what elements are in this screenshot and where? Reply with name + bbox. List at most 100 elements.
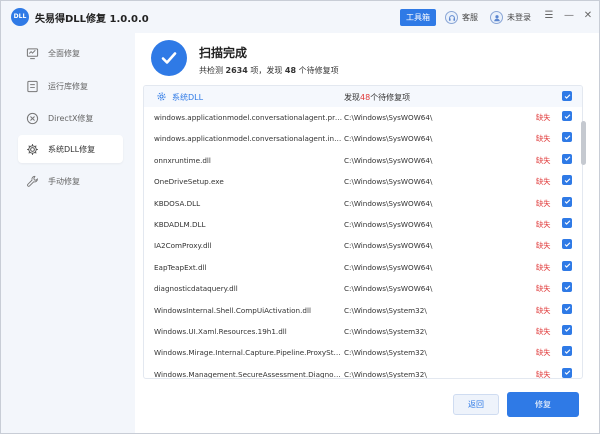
repair-button[interactable]: 修复 [507, 392, 579, 417]
row-checkbox[interactable] [562, 260, 572, 271]
dll-name: OneDriveSetup.exe [154, 177, 224, 187]
found-count: 48 [284, 66, 297, 75]
headset-icon [445, 11, 458, 24]
monitor-icon [26, 47, 39, 60]
dll-path: C:\Windows\SysWOW64\ [344, 113, 433, 122]
dll-name: Windows.UI.Xaml.Resources.19h1.dll [154, 326, 287, 336]
table-row[interactable]: onnxruntime.dll C:\Windows\SysWOW64\ 缺失 [144, 150, 582, 171]
login-label: 未登录 [507, 13, 531, 22]
table-row[interactable]: Windows.UI.Xaml.Resources.19h1.dll C:\Win… [144, 321, 582, 342]
dll-path: C:\Windows\SysWOW64\ [344, 241, 433, 251]
table-row[interactable]: diagnosticdataquery.dll C:\Windows\SysWOW… [144, 278, 582, 299]
wrench-icon [26, 175, 39, 188]
close-icon[interactable]: ✕ [581, 9, 595, 23]
table-row[interactable]: WindowsInternal.Shell.CompUiActivation.d… [144, 300, 582, 321]
status-badge: 缺失 [536, 155, 551, 165]
list-header: 系统DLL 发现48个待修复项 [144, 86, 582, 107]
dll-name: KBDADLM.DLL [154, 219, 206, 229]
table-row[interactable]: EapTeapExt.dll C:\Windows\SysWOW64\ 缺失 [144, 257, 582, 278]
row-checkbox[interactable] [562, 196, 572, 207]
row-checkbox[interactable] [562, 132, 572, 143]
toolbox-button[interactable]: 工具箱 [400, 9, 436, 26]
customer-service-label: 客服 [462, 13, 478, 22]
status-badge: 缺失 [536, 369, 551, 379]
minimize-icon[interactable]: — [562, 9, 576, 23]
dll-path: C:\Windows\System32\ [344, 326, 427, 336]
row-checkbox[interactable] [562, 282, 572, 293]
main-panel: 扫描完成 共检测 2634 项，发现 48 个待修复项 系统DLL 发现48个待… [135, 33, 599, 433]
row-checkbox[interactable] [562, 239, 572, 250]
dll-rows: windows.applicationmodel.conversationala… [144, 107, 582, 379]
row-checkbox[interactable] [562, 367, 572, 378]
sidebar-item-directx-repair[interactable]: DirectX修复 [18, 104, 123, 132]
library-icon [26, 80, 39, 93]
app-title: 失易得DLL修复 1.0.0.0 [35, 14, 149, 25]
status-badge: 缺失 [536, 326, 551, 336]
sidebar-item-label: 系统DLL修复 [48, 144, 96, 154]
scan-title: 扫描完成 [199, 46, 248, 60]
status-badge: 缺失 [536, 198, 551, 208]
table-row[interactable]: KBDADLM.DLL C:\Windows\SysWOW64\ 缺失 [144, 214, 582, 235]
detected-count: 2634 [225, 66, 248, 75]
status-badge: 缺失 [536, 241, 551, 251]
dll-path: C:\Windows\SysWOW64\ [344, 134, 433, 144]
list-header-label: 系统DLL [172, 93, 204, 102]
dll-path: C:\Windows\SysWOW64\ [344, 155, 433, 165]
dll-path: C:\Windows\System32\ [344, 348, 427, 358]
dll-path: C:\Windows\SysWOW64\ [344, 219, 433, 229]
sidebar-item-label: 手动修复 [48, 176, 80, 186]
row-checkbox[interactable] [562, 303, 572, 314]
list-scrollbar[interactable] [581, 121, 586, 165]
dll-name: EapTeapExt.dll [154, 262, 207, 272]
select-all-checkbox[interactable] [562, 91, 572, 101]
dll-name: onnxruntime.dll [154, 155, 211, 165]
row-checkbox[interactable] [562, 324, 572, 335]
menu-icon[interactable]: ☰ [542, 9, 556, 23]
login-button[interactable]: 未登录 [490, 9, 531, 26]
dll-name: windows.applicationmodel.conversationala… [154, 113, 344, 122]
status-badge: 缺失 [536, 177, 551, 187]
row-checkbox[interactable] [562, 111, 572, 121]
dll-list: 系统DLL 发现48个待修复项 windows.applicationmodel… [143, 85, 583, 379]
row-checkbox[interactable] [562, 153, 572, 164]
back-button[interactable]: 返回 [453, 394, 499, 415]
row-checkbox[interactable] [562, 175, 572, 186]
dll-name: Windows.Mirage.Internal.Capture.Pipeline… [154, 348, 344, 358]
sidebar: 全面修复 运行库修复 DirectX修复 系统DLL修复 手动修复 [1, 33, 135, 433]
dll-path: C:\Windows\SysWOW64\ [344, 284, 433, 294]
user-icon [490, 11, 503, 24]
title-bar: DLL 失易得DLL修复 1.0.0.0 工具箱 客服 未登录 ☰ — ✕ [1, 1, 599, 33]
app-logo-icon: DLL [11, 8, 29, 26]
table-row[interactable]: windows.applicationmodel.conversationala… [144, 128, 582, 149]
gear-icon [156, 91, 167, 102]
table-row[interactable]: IA2ComProxy.dll C:\Windows\SysWOW64\ 缺失 [144, 235, 582, 256]
table-row[interactable]: Windows.Management.SecureAssessment.Diag… [144, 364, 582, 379]
row-checkbox[interactable] [562, 217, 572, 228]
table-row[interactable]: OneDriveSetup.exe C:\Windows\SysWOW64\ 缺失 [144, 171, 582, 192]
status-badge: 缺失 [536, 262, 551, 272]
status-badge: 缺失 [536, 113, 551, 122]
check-icon [151, 40, 187, 76]
customer-service-button[interactable]: 客服 [445, 9, 478, 26]
sidebar-item-label: DirectX修复 [48, 113, 94, 123]
table-row[interactable]: windows.applicationmodel.conversationala… [144, 107, 582, 128]
dll-name: diagnosticdataquery.dll [154, 284, 238, 294]
dll-path: C:\Windows\System32\ [344, 305, 427, 315]
sidebar-item-label: 运行库修复 [48, 81, 88, 91]
row-checkbox[interactable] [562, 346, 572, 357]
sidebar-item-runtime-repair[interactable]: 运行库修复 [18, 72, 123, 100]
dll-name: KBDOSA.DLL [154, 198, 201, 208]
sidebar-item-system-dll-repair[interactable]: 系统DLL修复 [18, 135, 123, 163]
dll-path: C:\Windows\SysWOW64\ [344, 177, 433, 187]
dll-name: WindowsInternal.Shell.CompUiActivation.d… [154, 305, 311, 315]
dll-name: IA2ComProxy.dll [154, 241, 212, 251]
sidebar-item-full-repair[interactable]: 全面修复 [18, 39, 123, 67]
gear-icon [26, 143, 39, 156]
list-header-found: 发现48个待修复项 [344, 93, 411, 102]
status-badge: 缺失 [536, 348, 551, 358]
app-window: DLL 失易得DLL修复 1.0.0.0 工具箱 客服 未登录 ☰ — ✕ 全面… [0, 0, 600, 434]
sidebar-item-manual-repair[interactable]: 手动修复 [18, 167, 123, 195]
table-row[interactable]: KBDOSA.DLL C:\Windows\SysWOW64\ 缺失 [144, 193, 582, 214]
table-row[interactable]: Windows.Mirage.Internal.Capture.Pipeline… [144, 342, 582, 363]
status-badge: 缺失 [536, 219, 551, 229]
